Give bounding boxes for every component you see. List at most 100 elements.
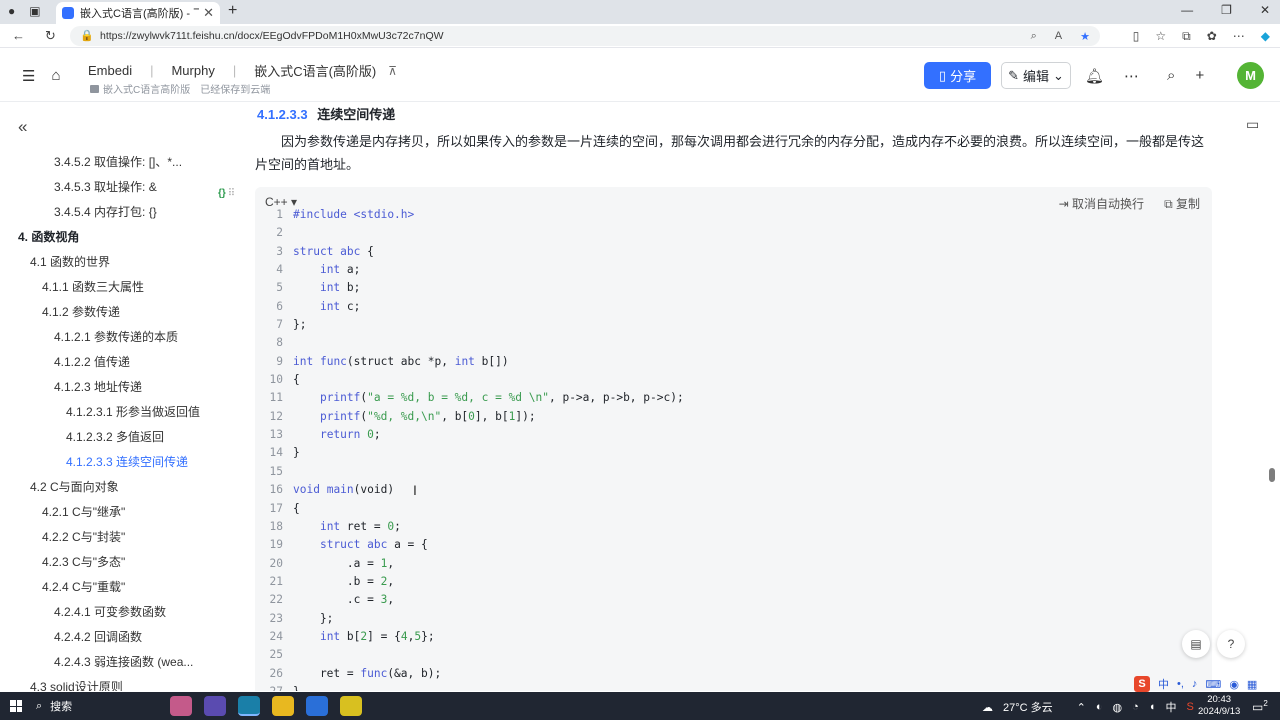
taskbar-search[interactable]: ⌕ 搜索	[36, 698, 72, 714]
toc-item[interactable]: 4.2.3 C与"多态"	[0, 550, 250, 575]
pin-icon[interactable]: ⊼	[388, 64, 397, 78]
toc-item[interactable]: 4. 函数视角	[0, 225, 250, 250]
toc-item[interactable]: 4.2.2 C与"封装"	[0, 525, 250, 550]
app-icon[interactable]	[204, 696, 226, 716]
toc-item[interactable]: 4.1.2.3 地址传递	[0, 375, 250, 400]
windows-start-icon[interactable]	[10, 700, 22, 712]
zoom-icon[interactable]: ⌕	[1031, 30, 1037, 43]
chevron-down-icon: ⌄	[1053, 67, 1064, 83]
avatar[interactable]: M	[1237, 62, 1264, 89]
new-tab-icon[interactable]: +	[228, 2, 237, 20]
folder-path[interactable]: 嵌入式C语言高阶版	[90, 81, 190, 96]
toc-item[interactable]: 4.3 solid设计原则	[0, 675, 250, 691]
toc-item[interactable]: 3.4.5.2 取值操作: []、*...	[0, 150, 250, 175]
breadcrumb-item[interactable]: Embedi	[88, 63, 132, 78]
browser-tab-bar: ● ▣ 嵌入式C语言(高阶版) - 飞书云文档 ✕ + — ❐ ✕	[0, 0, 1280, 24]
ime-mic-icon[interactable]: ♪	[1192, 678, 1198, 690]
sogou-tray-icon[interactable]: S	[1186, 701, 1193, 713]
code-text: .a = 1,	[293, 556, 395, 570]
notification-icon[interactable]: ▭2	[1252, 699, 1268, 714]
search-icon[interactable]: ⌕	[1167, 67, 1175, 85]
file-explorer-icon[interactable]	[272, 696, 294, 716]
breadcrumb-item[interactable]: Murphy	[171, 63, 214, 78]
weather-text[interactable]: 27°C 多云	[1003, 699, 1053, 715]
line-number: 17	[269, 501, 283, 515]
toc-item[interactable]: 4.1 函数的世界	[0, 250, 250, 275]
breadcrumb: Embedi | Murphy | 嵌入式C语言(高阶版) ⊼	[88, 61, 397, 80]
doc-directory-icon[interactable]: ▤	[1182, 630, 1210, 658]
code-block[interactable]: C++ ▾ ⇥ 取消自动换行 ⧉ 复制 1 #include <stdio.h> 2…	[255, 187, 1212, 691]
refresh-icon[interactable]: ↻	[45, 28, 56, 44]
doc-title[interactable]: 嵌入式C语言(高阶版)	[254, 61, 376, 80]
toc-item[interactable]: 4.1.2.2 值传递	[0, 350, 250, 375]
tab-actions-icon[interactable]: ▣	[29, 4, 40, 18]
close-window-icon[interactable]: ✕	[1260, 3, 1270, 17]
edit-mode-button[interactable]: ✎ 编辑 ⌄	[1001, 62, 1071, 89]
toc-item[interactable]: 4.2.4.2 回调函数	[0, 625, 250, 650]
add-icon[interactable]: +	[1195, 67, 1204, 85]
app-icon[interactable]	[340, 696, 362, 716]
ime-skin-icon[interactable]: ◉	[1229, 678, 1239, 691]
copilot-icon[interactable]: ◆	[1261, 29, 1270, 44]
share-button[interactable]: ▯ 分享	[924, 62, 991, 89]
tray-app-icon[interactable]: ◍	[1113, 701, 1123, 714]
bell-icon[interactable]: 🔔︎	[1085, 67, 1104, 85]
scrollbar-thumb[interactable]	[1269, 468, 1275, 482]
toc-item[interactable]: 4.2.1 C与"继承"	[0, 500, 250, 525]
volume-icon[interactable]: ◖	[1149, 701, 1156, 713]
toc-item[interactable]: 4.1.2.3.1 形参当做返回值	[0, 400, 250, 425]
minimize-icon[interactable]: —	[1181, 3, 1193, 17]
network-icon[interactable]: ◔	[1132, 701, 1139, 713]
toc-item[interactable]: 4.2.4 C与"重载"	[0, 575, 250, 600]
back-icon[interactable]: ←	[12, 28, 25, 44]
extensions-icon[interactable]: ✿	[1207, 29, 1217, 44]
ime-tray-text[interactable]: 中	[1165, 699, 1176, 715]
favorites-icon[interactable]: ☆	[1155, 29, 1166, 44]
toc-item[interactable]: 3.4.5.3 取址操作: &	[0, 175, 250, 200]
sogou-ime-icon[interactable]: S	[1134, 676, 1150, 692]
menu-toggle-icon[interactable]: ☰	[22, 67, 35, 85]
comment-icon[interactable]: ▭	[1246, 116, 1259, 133]
edge-browser-icon[interactable]	[238, 696, 260, 716]
url-field[interactable]: 🔒 https://zwylwvk711t.feishu.cn/docx/EEg…	[70, 26, 1100, 46]
more-icon[interactable]: ⋯	[1233, 29, 1245, 44]
clock[interactable]: 20:43 2024/9/13	[1198, 694, 1240, 718]
toc-item[interactable]: 3.4.5.4 内存打包: {}	[0, 200, 250, 225]
weather-icon[interactable]: ☁	[982, 701, 993, 714]
toc-item[interactable]: 4.1.2 参数传递	[0, 300, 250, 325]
close-tab-icon[interactable]: ✕	[203, 5, 214, 21]
favorite-star-icon[interactable]: ★	[1080, 30, 1090, 43]
code-text: struct abc {	[293, 244, 374, 258]
wechat-icon[interactable]: ◐	[1096, 701, 1103, 713]
help-icon[interactable]: ?	[1217, 630, 1245, 658]
code-block-handle[interactable]: {} ⠿	[218, 188, 235, 199]
maximize-icon[interactable]: ❐	[1221, 3, 1232, 17]
toc-item[interactable]: 4.1.1 函数三大属性	[0, 275, 250, 300]
collapse-sidebar-icon[interactable]: «	[18, 117, 27, 137]
ime-punct-icon[interactable]: •,	[1177, 678, 1184, 690]
ime-language[interactable]: 中	[1158, 676, 1169, 692]
toc-item[interactable]: 4.2 C与面向对象	[0, 475, 250, 500]
toc-item[interactable]: 4.1.2.3.3 连续空间传递	[0, 450, 250, 475]
toc-item[interactable]: 4.2.4.3 弱连接函数 (wea...	[0, 650, 250, 675]
toc-item[interactable]: 4.1.2.1 参数传递的本质	[0, 325, 250, 350]
browser-tab[interactable]: 嵌入式C语言(高阶版) - 飞书云文档 ✕	[56, 2, 220, 24]
ime-grid-icon[interactable]: ▦	[1247, 678, 1257, 691]
split-screen-icon[interactable]: ▯	[1133, 29, 1140, 44]
ime-keyboard-icon[interactable]: ⌨	[1205, 678, 1221, 691]
widget-icon[interactable]	[170, 696, 192, 716]
toc-item[interactable]: 4.1.2.3.2 多值返回	[0, 425, 250, 450]
site-info-icon[interactable]: 🔒	[80, 26, 94, 46]
code-content[interactable]: 1 #include <stdio.h> 2 3 struct abc {4 int a…	[255, 206, 1212, 691]
breadcrumb-separator: |	[150, 63, 154, 78]
read-aloud-icon[interactable]: A	[1055, 30, 1062, 43]
profile-icon[interactable]: ●	[8, 4, 15, 18]
collections-icon[interactable]: ⧉	[1182, 29, 1191, 44]
home-icon[interactable]: ⌂	[51, 67, 60, 85]
toc-item[interactable]: 4.2.4.1 可变参数函数	[0, 600, 250, 625]
vscode-icon[interactable]	[306, 696, 328, 716]
ime-toolbar[interactable]: S 中 •, ♪ ⌨ ◉ ▦	[1134, 676, 1257, 692]
tray-chevron-icon[interactable]: ⌃	[1077, 701, 1086, 714]
drag-handle-icon[interactable]: ⠿	[228, 188, 235, 199]
more-options-icon[interactable]: ⋯	[1124, 67, 1139, 85]
